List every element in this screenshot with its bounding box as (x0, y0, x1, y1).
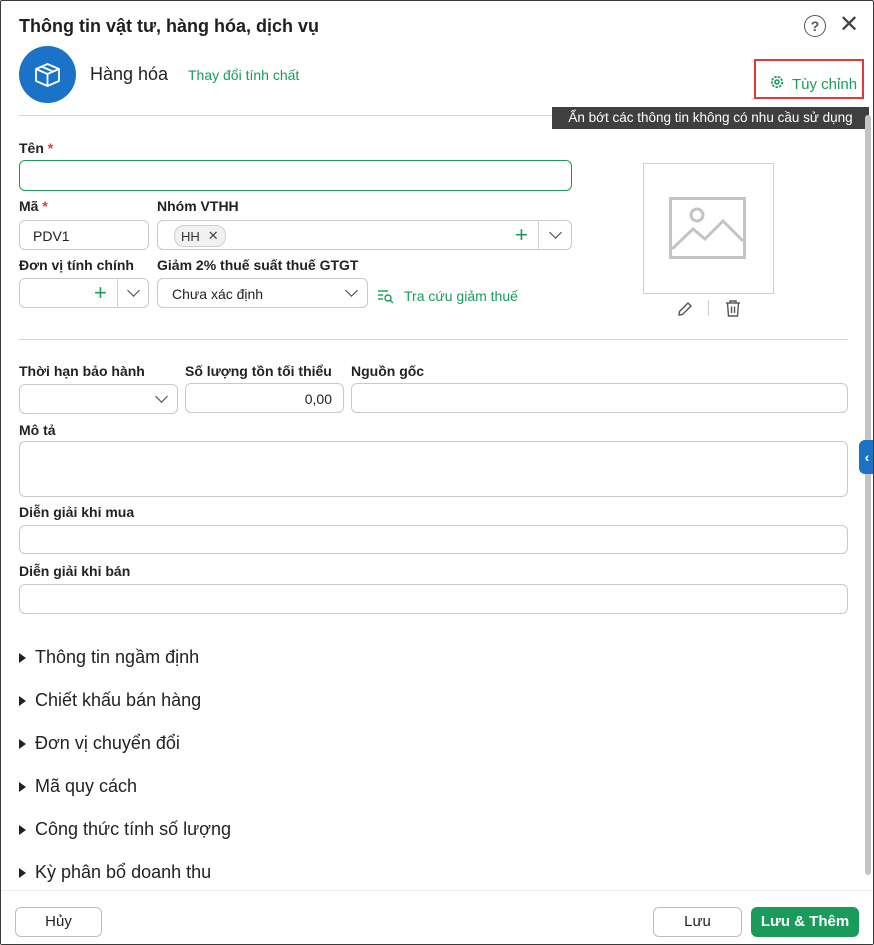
dialog-footer: Hủy Lưu Lưu & Thêm (1, 890, 873, 944)
customize-label: Tùy chỉnh (792, 75, 858, 93)
trash-icon[interactable] (724, 299, 742, 323)
min-stock-value: 0,00 (304, 391, 332, 407)
change-type-link[interactable]: Thay đổi tính chất (188, 67, 299, 83)
section-revenue-allocation[interactable]: Kỳ phân bổ doanh thu (19, 862, 211, 883)
tax-reduction-value: Chưa xác định (172, 286, 264, 302)
caret-right-icon (19, 781, 26, 792)
purchase-desc-label: Diễn giải khi mua (19, 504, 135, 520)
code-value: PDV1 (33, 228, 70, 244)
header-divider (19, 115, 552, 116)
save-and-add-button[interactable]: Lưu & Thêm (751, 907, 859, 937)
customize-tooltip: Ẩn bớt các thông tin không có nhu cầu sử… (552, 107, 869, 129)
purchase-desc-input[interactable] (19, 525, 848, 554)
tax-reduction-select[interactable]: Chưa xác định (157, 278, 368, 308)
section-label: Đơn vị chuyển đổi (35, 733, 180, 753)
caret-right-icon (19, 738, 26, 749)
section-label: Chiết khấu bán hàng (35, 690, 202, 710)
image-upload-area[interactable] (643, 163, 774, 294)
warranty-select[interactable] (19, 384, 178, 414)
section-label: Mã quy cách (35, 776, 138, 796)
box-icon (19, 46, 76, 103)
origin-label: Nguồn gốc (351, 363, 425, 379)
search-list-icon (377, 288, 395, 309)
section-label: Thông tin ngầm định (35, 647, 200, 667)
origin-input[interactable] (351, 383, 848, 413)
chevron-down-icon[interactable] (549, 226, 562, 239)
chevron-down-icon[interactable] (127, 284, 140, 297)
group-select[interactable]: HH ✕ + (157, 220, 572, 250)
save-button[interactable]: Lưu (653, 907, 742, 937)
side-panel-toggle[interactable]: ‹ (859, 440, 873, 474)
sale-desc-label: Diễn giải khi bán (19, 563, 131, 579)
help-icon[interactable]: ? (804, 15, 826, 37)
description-label: Mô tả (19, 422, 56, 438)
group-tag-label: HH (181, 228, 200, 244)
code-input[interactable]: PDV1 (19, 220, 149, 250)
section-label: Kỳ phân bổ doanh thu (35, 862, 212, 882)
separator (708, 300, 709, 316)
min-stock-label: Số lượng tồn tối thiểu (185, 363, 332, 379)
item-dialog: Thông tin vật tư, hàng hóa, dịch vụ ? ✕ … (0, 0, 874, 945)
tax-reduction-label: Giảm 2% thuế suất thuế GTGT (157, 257, 359, 273)
unit-select[interactable]: + (19, 278, 149, 308)
tax-lookup-link[interactable]: Tra cứu giảm thuế (404, 288, 518, 304)
separator (117, 279, 118, 307)
section-spec-code[interactable]: Mã quy cách (19, 776, 137, 797)
unit-label: Đơn vị tính chính (19, 257, 134, 273)
caret-right-icon (19, 652, 26, 663)
add-group-icon[interactable]: + (515, 224, 528, 246)
caret-right-icon (19, 824, 26, 835)
group-tag: HH ✕ (174, 225, 226, 247)
name-input[interactable] (19, 160, 572, 191)
section-quantity-formula[interactable]: Công thức tính số lượng (19, 819, 231, 840)
section-sales-discount[interactable]: Chiết khấu bán hàng (19, 690, 201, 711)
section-default-info[interactable]: Thông tin ngầm định (19, 647, 199, 668)
add-unit-icon[interactable]: + (94, 282, 107, 304)
section-label: Công thức tính số lượng (35, 819, 232, 839)
code-label: Mã * (19, 198, 48, 214)
name-label: Tên * (19, 140, 54, 156)
warranty-label: Thời hạn bảo hành (19, 363, 145, 379)
section-unit-conversion[interactable]: Đơn vị chuyển đổi (19, 733, 180, 754)
remove-tag-icon[interactable]: ✕ (208, 228, 219, 244)
caret-right-icon (19, 695, 26, 706)
close-icon[interactable]: ✕ (839, 13, 859, 37)
chevron-down-icon (155, 390, 168, 403)
item-type-label: Hàng hóa (90, 64, 169, 84)
min-stock-input[interactable]: 0,00 (185, 383, 344, 413)
group-label: Nhóm VTHH (157, 198, 239, 214)
description-textarea[interactable] (19, 441, 848, 497)
scrollbar[interactable] (865, 115, 871, 875)
gear-icon (769, 74, 785, 94)
chevron-down-icon (345, 284, 358, 297)
caret-right-icon (19, 867, 26, 878)
sale-desc-input[interactable] (19, 584, 848, 614)
customize-button[interactable]: Tùy chỉnh (769, 74, 857, 94)
dialog-title: Thông tin vật tư, hàng hóa, dịch vụ (19, 16, 320, 36)
image-icon (669, 197, 746, 264)
pencil-icon[interactable] (676, 300, 694, 323)
cancel-button[interactable]: Hủy (15, 907, 102, 937)
section-divider (19, 339, 848, 340)
separator (538, 221, 539, 249)
